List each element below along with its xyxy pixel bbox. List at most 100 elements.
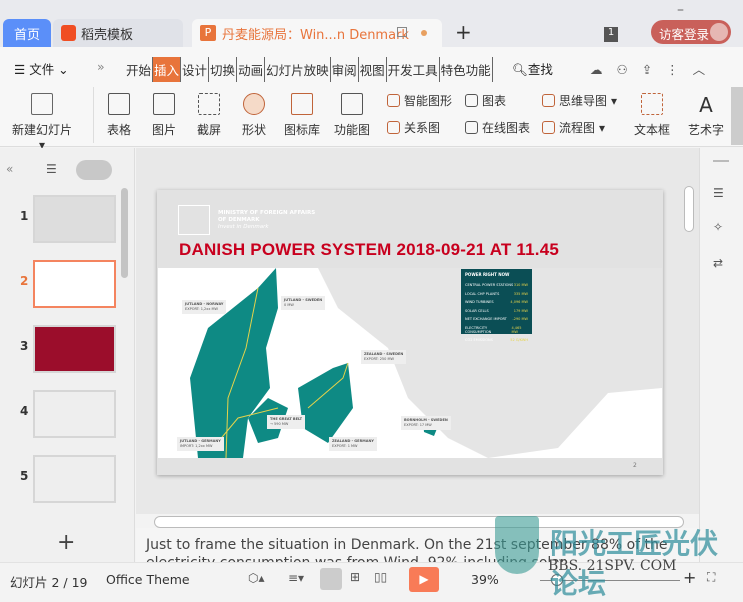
function-chart-button[interactable]: 功能图 [330,93,374,138]
power-row: SOLAR CELLS 179 MW [465,309,528,313]
tab-home[interactable]: 首页 [3,19,51,47]
interconnector-label: JUTLAND - SWEDEN 0 MW [281,296,326,310]
label-sub: IMPORT: 1,2xx MW [180,444,213,448]
power-row: WIND TURBINES 4,096 MW [465,300,528,304]
flowchart-button[interactable]: 流程图 ▾ [542,119,605,136]
ribbon-tab[interactable]: 幻灯片放映 [265,57,331,82]
smart-shape-button[interactable]: 智能图形 [387,92,452,109]
tab-bar: –□✕ 首页 稻壳模板 P 丹麦能源局：Win...n Denmark + 1 … [0,0,743,47]
label-sub: → 590 MW [270,422,289,426]
label: 在线图表 [482,121,531,135]
textbox-button[interactable]: 文本框 [628,93,676,138]
collapse-panel-icon[interactable]: « [6,162,13,176]
label-sub: EXPORT: 17 MW [404,423,432,427]
power-row: CO2 EMISSIONS 52 G/KWH [465,338,528,342]
unsaved-dot-icon [421,30,427,36]
slide-thumbnail[interactable] [33,260,116,308]
panel-scrollbar[interactable] [121,188,128,278]
thumbnail-number: 1 [20,209,29,223]
notes-toggle-icon[interactable]: ≡▾ [288,571,304,585]
avatar [710,23,728,41]
label-sub: 0 MW [284,303,294,307]
new-slide-button[interactable]: 新建幻灯片▾ [10,93,74,152]
thumbnail-number: 4 [20,404,29,418]
screenshot-button[interactable]: 截屏 [192,93,226,138]
zealand-land [298,363,353,443]
ribbon-tab[interactable]: 开始 [125,57,154,82]
power-value: 52 G/KWH [510,338,528,342]
icon-library-button[interactable]: 图标库 [282,93,322,138]
window-count-badge[interactable]: 1 [604,27,618,42]
label: 功能图 [333,123,370,137]
online-chart-button[interactable]: 在线图表 [465,119,530,136]
chart-button[interactable]: 图表 [465,92,506,109]
file-label: 文件 [29,62,55,77]
table-button[interactable]: 表格 [102,93,136,138]
interconnector-label: JUTLAND - GERMANY IMPORT: 1,2xx MW [177,437,224,451]
label: 形状 [241,123,266,137]
ministry-name: MINISTRY OF FOREIGN AFFAIRS OF DENMARK Inv… [218,210,315,231]
settings-sliders-icon[interactable]: ☰ [713,186,724,200]
ribbon-tab[interactable]: 切换 [209,57,238,82]
vertical-scrollbar[interactable] [684,186,694,232]
normal-view-button[interactable] [320,568,342,590]
outline-view-icon[interactable]: ☰ [46,162,57,176]
sorter-view-icon[interactable]: ⊞ [350,570,360,584]
thumbnail-number: 2 [20,274,29,288]
label: 图表 [482,94,507,108]
ribbon-tab[interactable]: 插入 [153,57,182,82]
cloud-share-icons[interactable]: ☁︎⚇⇪⋮︿ [590,59,719,78]
power-label: ELECTRICITY CONSUMPTION [465,325,492,334]
label: 关系图 [404,121,441,135]
ribbon-tab[interactable]: 视图 [359,57,387,82]
interconnector-label: BORNHOLM - SWEDEN EXPORT: 17 MW [401,416,451,430]
protect-icon[interactable]: ⬡▴ [248,571,265,585]
power-row: LOCAL CHP PLANTS 335 MW [465,292,528,296]
ribbon-tab[interactable]: 设计 [181,57,210,82]
power-value: 310 MW [513,283,528,287]
ribbon-tab[interactable]: 特色功能 [440,57,493,82]
power-value: 4,096 MW [510,300,528,304]
label-sub: EXPORT: 1,2xx MW [185,307,218,311]
ribbon-tab[interactable]: 动画 [237,57,266,82]
tab-document-label: 丹麦能源局：Win...n Denmark [222,27,409,43]
slide-thumbnail[interactable] [33,455,116,503]
power-row: CENTRAL POWER STATIONS 310 MW [465,283,528,287]
label: 截屏 [196,123,221,137]
power-label: SOLAR CELLS [465,308,489,313]
power-value: 335 MW [513,291,528,296]
swap-icon[interactable]: ⇄ [713,256,723,270]
theme-name[interactable]: Office Theme [106,572,190,587]
slide-thumbnail[interactable] [33,390,116,438]
wordart-button[interactable]: A 艺术字 [684,93,728,138]
watermark-url: BBS. 21SPV. COM [548,558,677,574]
file-menu[interactable]: ☰ 文件 ⌄ [14,59,69,78]
play-slideshow-button[interactable]: ▶ [409,567,439,592]
relation-button[interactable]: 关系图 [387,119,440,136]
slide-panel: « ☰ 1 2 3 4 5 + [0,148,135,562]
magic-icon[interactable]: ✧ [713,220,723,234]
search-button[interactable]: 🔍︎查找 [512,59,553,78]
label: 图标库 [283,123,320,137]
add-slide-button[interactable]: + [57,530,75,555]
login-button[interactable]: 访客登录 [651,20,731,44]
new-tab-button[interactable]: + [455,20,472,44]
ribbon-tab[interactable]: 开发工具 [387,57,440,82]
slide-thumbnail[interactable] [33,195,116,243]
tab-template[interactable]: 稻壳模板 [53,19,183,47]
shape-button[interactable]: 形状 [237,93,271,138]
picture-button[interactable]: 图片 [147,93,181,138]
label-sub: EXPORT: 250 MW [364,357,394,361]
slide[interactable]: MINISTRY OF FOREIGN AFFAIRS OF DENMARK Inv… [157,190,663,475]
thumbnail-view-icon[interactable] [76,160,112,180]
power-label: CENTRAL POWER STATIONS [465,283,514,287]
more-icon[interactable]: » [97,59,105,74]
mindmap-button[interactable]: 思维导图 ▾ [542,92,617,109]
slide-thumbnail[interactable] [33,325,116,373]
tab-document[interactable]: P 丹麦能源局：Win...n Denmark [192,19,442,47]
label: 图片 [151,123,176,137]
reading-view-icon[interactable]: ▯▯ [374,570,387,584]
power-row: ELECTRICITY CONSUMPTION 4,465 MW [465,326,528,334]
ribbon-scroll-right[interactable] [731,87,743,145]
ribbon-tab[interactable]: 审阅 [331,57,359,82]
